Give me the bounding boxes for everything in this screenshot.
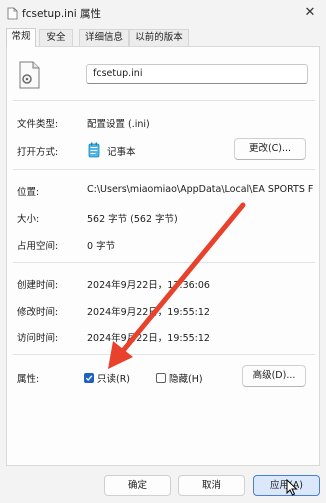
ok-button[interactable]: 确定 bbox=[104, 475, 171, 496]
cancel-button[interactable]: 取消 bbox=[178, 475, 245, 496]
tab-general[interactable]: 常规 bbox=[6, 28, 36, 47]
annotation-arrow bbox=[108, 202, 246, 369]
mouse-cursor-icon bbox=[286, 479, 298, 496]
